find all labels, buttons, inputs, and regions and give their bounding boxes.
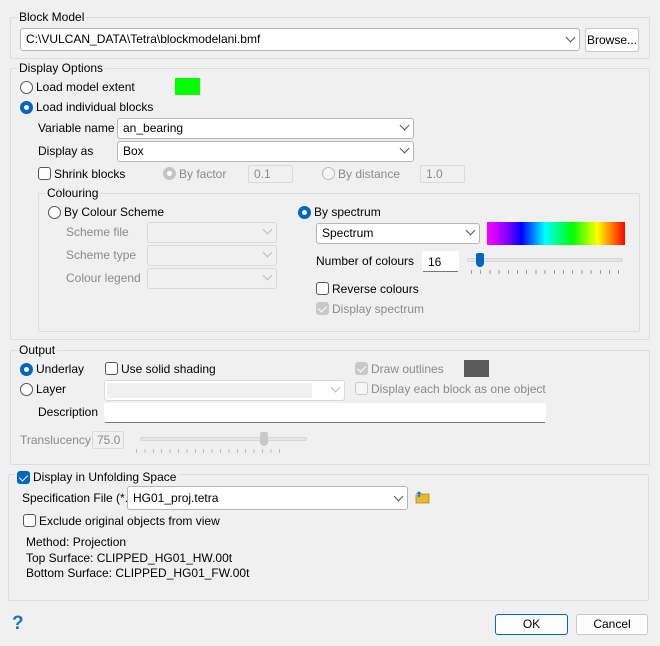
chevron-down-icon bbox=[262, 270, 273, 281]
block-model-title: Block Model bbox=[17, 10, 87, 24]
scheme-file-label: Scheme file bbox=[66, 225, 129, 239]
unfolding-title-wrap: Display in Unfolding Space bbox=[15, 470, 180, 484]
description-label: Description bbox=[38, 405, 99, 419]
scheme-file-combo[interactable] bbox=[147, 222, 277, 243]
layer-radio[interactable] bbox=[20, 383, 33, 396]
shrink-blocks-checkbox[interactable] bbox=[38, 167, 51, 180]
layer-label: Layer bbox=[36, 382, 67, 396]
translucency-slider-track[interactable] bbox=[140, 437, 307, 441]
by-spectrum-label: By spectrum bbox=[314, 205, 381, 219]
shrink-blocks-label: Shrink blocks bbox=[54, 167, 126, 181]
load-extent-label: Load model extent bbox=[36, 80, 135, 94]
solid-shading-label: Use solid shading bbox=[121, 362, 216, 376]
browse-button[interactable]: Browse... bbox=[585, 28, 639, 52]
by-colour-scheme-radio[interactable] bbox=[48, 206, 61, 219]
help-icon[interactable]: ? bbox=[12, 614, 24, 634]
translucency-input[interactable]: 75.0 bbox=[92, 431, 124, 449]
layer-combo[interactable] bbox=[104, 380, 345, 401]
spec-file-value: HG01_proj.tetra bbox=[133, 491, 219, 505]
output-title: Output bbox=[17, 343, 58, 357]
exclude-original-checkbox[interactable] bbox=[23, 514, 36, 527]
display-as-value: Box bbox=[123, 144, 144, 158]
extent-color-swatch[interactable] bbox=[175, 78, 200, 95]
display-as-label: Display as bbox=[38, 144, 94, 158]
by-spectrum-radio[interactable] bbox=[298, 206, 311, 219]
variable-name-combo[interactable]: an_bearing bbox=[117, 118, 414, 139]
layer-combo-field bbox=[107, 383, 312, 398]
load-individual-label: Load individual blocks bbox=[36, 100, 154, 114]
chevron-down-icon bbox=[330, 382, 341, 393]
exclude-original-label: Exclude original objects from view bbox=[39, 514, 220, 528]
number-of-colours-label: Number of colours bbox=[316, 254, 415, 268]
description-input[interactable] bbox=[104, 403, 546, 423]
display-options-title: Display Options bbox=[17, 61, 106, 75]
colour-legend-label: Colour legend bbox=[66, 271, 141, 285]
unfolding-checkbox[interactable] bbox=[17, 471, 30, 484]
reverse-colours-checkbox[interactable] bbox=[316, 282, 329, 295]
scheme-type-combo[interactable] bbox=[147, 245, 277, 266]
chevron-down-icon bbox=[399, 143, 410, 154]
chevron-down-icon bbox=[465, 225, 476, 236]
solid-shading-checkbox[interactable] bbox=[105, 362, 118, 375]
each-block-checkbox[interactable] bbox=[355, 382, 368, 395]
chevron-down-icon bbox=[262, 224, 273, 235]
colouring-title: Colouring bbox=[45, 186, 101, 200]
number-of-colours-slider-thumb[interactable] bbox=[476, 253, 484, 267]
display-spectrum-checkbox[interactable] bbox=[316, 302, 329, 315]
bottom-surface-text: Bottom Surface: CLIPPED_HG01_FW.00t bbox=[26, 566, 250, 580]
factor-input[interactable]: 0.1 bbox=[248, 165, 293, 183]
display-as-combo[interactable]: Box bbox=[117, 141, 414, 162]
chevron-down-icon bbox=[565, 32, 576, 43]
spec-file-combo[interactable]: HG01_proj.tetra bbox=[127, 486, 408, 510]
number-of-colours-input[interactable]: 16 bbox=[422, 251, 459, 272]
cancel-button[interactable]: Cancel bbox=[576, 614, 648, 635]
outline-color-swatch[interactable] bbox=[464, 360, 489, 377]
colour-legend-combo[interactable] bbox=[147, 268, 277, 289]
number-of-colours-slider-track[interactable] bbox=[467, 258, 623, 262]
chevron-down-icon bbox=[399, 120, 410, 131]
display-spectrum-label: Display spectrum bbox=[332, 302, 425, 316]
translucency-slider-thumb[interactable] bbox=[260, 432, 268, 446]
underlay-label: Underlay bbox=[36, 362, 85, 376]
spectrum-preview bbox=[487, 222, 625, 245]
draw-outlines-label: Draw outlines bbox=[371, 362, 444, 376]
by-factor-label: By factor bbox=[179, 167, 227, 181]
by-colour-scheme-label: By Colour Scheme bbox=[64, 205, 165, 219]
by-distance-radio[interactable] bbox=[322, 167, 335, 180]
spectrum-combo[interactable]: Spectrum bbox=[316, 223, 480, 244]
variable-name-value: an_bearing bbox=[123, 121, 184, 135]
slider-ticks bbox=[136, 449, 286, 453]
reverse-colours-label: Reverse colours bbox=[332, 282, 419, 296]
chevron-down-icon bbox=[393, 491, 404, 502]
draw-outlines-checkbox[interactable] bbox=[355, 362, 368, 375]
variable-name-label: Variable name bbox=[38, 121, 115, 135]
slider-ticks bbox=[471, 270, 623, 274]
by-factor-radio[interactable] bbox=[163, 167, 176, 180]
block-model-file-value: C:\VULCAN_DATA\Tetra\blockmodelani.bmf bbox=[26, 32, 261, 46]
open-folder-icon[interactable] bbox=[415, 490, 430, 504]
underlay-radio[interactable] bbox=[20, 363, 33, 376]
block-model-file-combo[interactable]: C:\VULCAN_DATA\Tetra\blockmodelani.bmf bbox=[20, 28, 580, 51]
top-surface-text: Top Surface: CLIPPED_HG01_HW.00t bbox=[26, 551, 233, 565]
spectrum-value: Spectrum bbox=[322, 226, 374, 240]
unfolding-title: Display in Unfolding Space bbox=[33, 470, 177, 484]
each-block-label: Display each block as one object bbox=[371, 382, 546, 396]
by-distance-label: By distance bbox=[338, 167, 401, 181]
scheme-type-label: Scheme type bbox=[66, 248, 137, 262]
translucency-label: Translucency bbox=[20, 433, 91, 447]
method-text: Method: Projection bbox=[26, 535, 127, 549]
load-extent-radio[interactable] bbox=[20, 81, 33, 94]
load-individual-radio[interactable] bbox=[20, 101, 33, 114]
distance-input[interactable]: 1.0 bbox=[420, 165, 465, 183]
ok-button[interactable]: OK bbox=[495, 614, 568, 635]
chevron-down-icon bbox=[262, 247, 273, 258]
